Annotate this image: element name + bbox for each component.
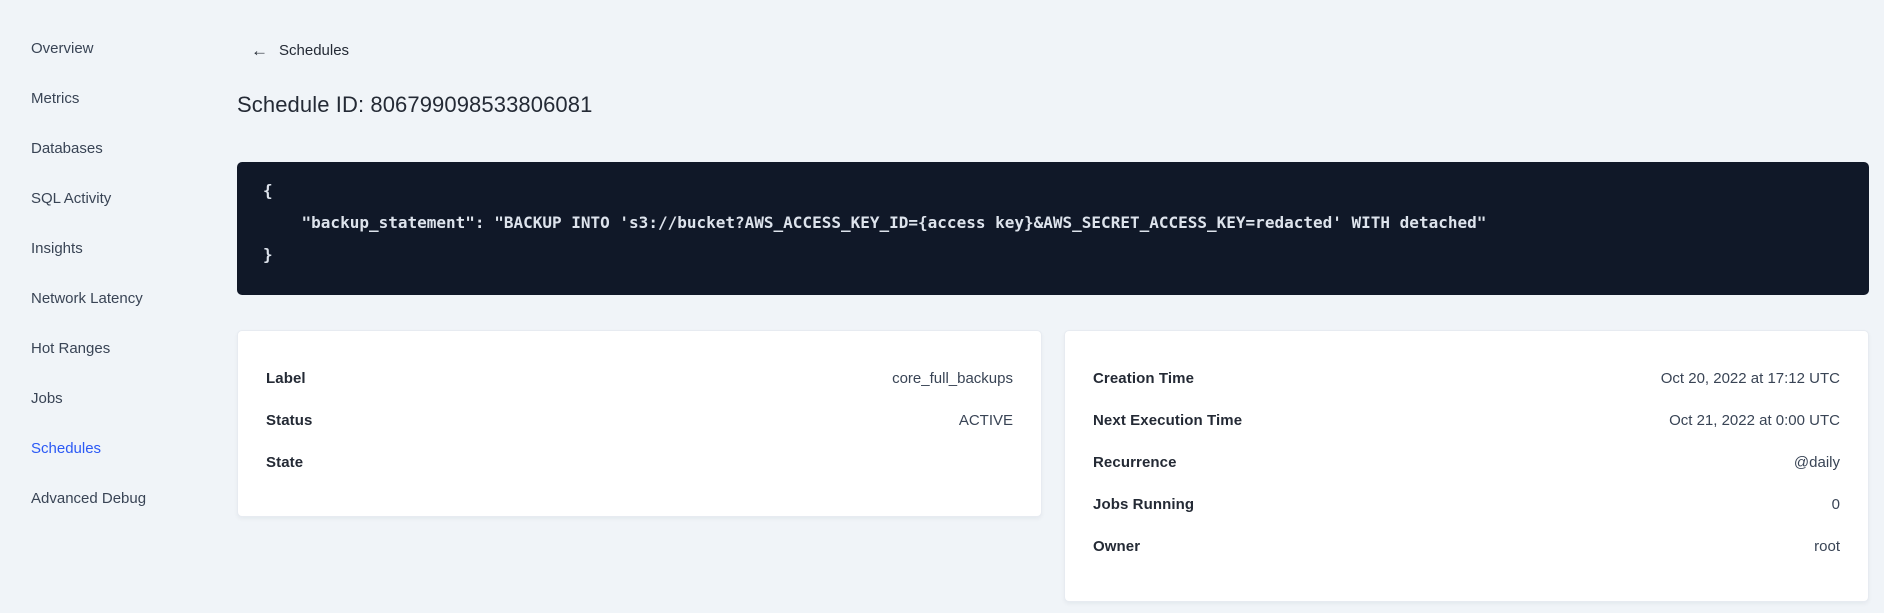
back-to-schedules-link[interactable]: ← Schedules bbox=[251, 42, 349, 59]
detail-value: core_full_backups bbox=[892, 369, 1013, 387]
detail-label: Status bbox=[266, 411, 313, 429]
detail-row-creation-time: Creation Time Oct 20, 2022 at 17:12 UTC bbox=[1093, 357, 1840, 399]
schedule-timing-card: Creation Time Oct 20, 2022 at 17:12 UTC … bbox=[1064, 330, 1869, 602]
detail-value: ACTIVE bbox=[958, 411, 1013, 429]
detail-label: Recurrence bbox=[1093, 453, 1177, 471]
back-link-label: Schedules bbox=[279, 42, 350, 59]
sidebar-item-network-latency[interactable]: Network Latency bbox=[0, 274, 200, 324]
detail-label: Next Execution Time bbox=[1093, 411, 1243, 429]
detail-row-label: Label core_full_backups bbox=[266, 357, 1013, 399]
schedule-summary-card: Label core_full_backups Status ACTIVE St… bbox=[237, 330, 1042, 517]
sidebar-item-hot-ranges[interactable]: Hot Ranges bbox=[0, 324, 200, 374]
detail-row-jobs-running: Jobs Running 0 bbox=[1093, 483, 1840, 525]
detail-value: @daily bbox=[1793, 453, 1840, 471]
sidebar-item-metrics[interactable]: Metrics bbox=[0, 74, 200, 124]
sidebar-item-advanced-debug[interactable]: Advanced Debug bbox=[0, 474, 200, 524]
sidebar-item-databases[interactable]: Databases bbox=[0, 124, 200, 174]
detail-label: Creation Time bbox=[1093, 369, 1195, 387]
arrow-left-icon: ← bbox=[251, 41, 268, 60]
detail-label: Label bbox=[266, 369, 306, 387]
backup-statement-code-block: { "backup_statement": "BACKUP INTO 's3:/… bbox=[237, 162, 1869, 295]
detail-label: Jobs Running bbox=[1093, 495, 1195, 513]
sidebar-nav: Overview Metrics Databases SQL Activity … bbox=[0, 0, 200, 613]
detail-value: 0 bbox=[1831, 495, 1840, 513]
detail-row-owner: Owner root bbox=[1093, 525, 1840, 567]
code-line: "backup_statement": "BACKUP INTO 's3://b… bbox=[263, 213, 1487, 232]
detail-row-state: State bbox=[266, 441, 1013, 483]
detail-label: State bbox=[266, 453, 304, 471]
code-line: } bbox=[263, 245, 273, 264]
schedule-details-page: Overview Metrics Databases SQL Activity … bbox=[0, 0, 1884, 613]
sidebar-item-overview[interactable]: Overview bbox=[0, 24, 200, 74]
detail-row-status: Status ACTIVE bbox=[266, 399, 1013, 441]
sidebar-item-jobs[interactable]: Jobs bbox=[0, 374, 200, 424]
detail-value: Oct 20, 2022 at 17:12 UTC bbox=[1660, 369, 1840, 387]
detail-value: Oct 21, 2022 at 0:00 UTC bbox=[1669, 411, 1840, 429]
detail-row-recurrence: Recurrence @daily bbox=[1093, 441, 1840, 483]
page-title: Schedule ID: 806799098533806081 bbox=[237, 92, 593, 117]
code-line: { bbox=[263, 181, 273, 200]
sidebar-item-insights[interactable]: Insights bbox=[0, 224, 200, 274]
detail-value: root bbox=[1814, 537, 1840, 555]
detail-label: Owner bbox=[1093, 537, 1141, 555]
sidebar-item-schedules[interactable]: Schedules bbox=[0, 424, 200, 474]
detail-row-next-execution-time: Next Execution Time Oct 21, 2022 at 0:00… bbox=[1093, 399, 1840, 441]
sidebar-item-sql-activity[interactable]: SQL Activity bbox=[0, 174, 200, 224]
